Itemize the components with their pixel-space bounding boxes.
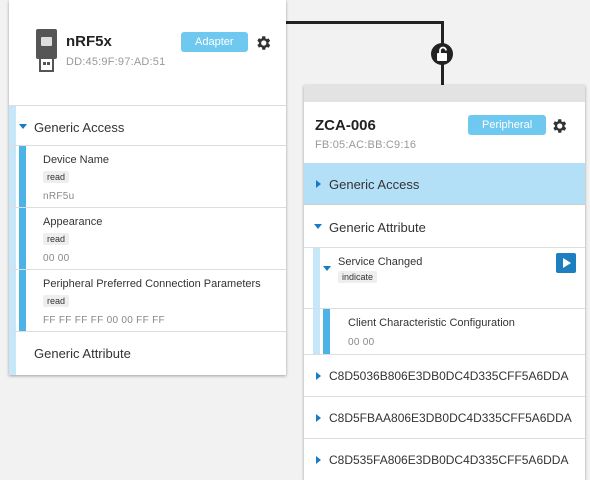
caret-right-icon[interactable]	[316, 414, 321, 422]
adapter-header: nRF5x DD:45:9F:97:AD:51 Adapter	[9, 0, 286, 106]
peripheral-address: FB:05:AC:BB:C9:16	[315, 139, 417, 151]
characteristic-row[interactable]: Peripheral Preferred Connection Paramete…	[9, 270, 286, 332]
peripheral-top-bar	[304, 85, 585, 102]
service-row-generic-attribute[interactable]: Generic Attribute	[304, 205, 585, 248]
property-badge: read	[43, 233, 70, 245]
service-label: C8D535FA806E3DB0DC4D335CFF5A6DDA	[329, 453, 569, 467]
service-row-custom[interactable]: C8D535FA806E3DB0DC4D335CFF5A6DDA	[304, 439, 585, 480]
service-label: Generic Attribute	[329, 220, 426, 235]
play-icon[interactable]	[556, 253, 576, 273]
descriptor-name: Client Characteristic Configuration	[348, 317, 515, 329]
characteristic-name: Service Changed	[338, 256, 423, 268]
caret-right-icon[interactable]	[316, 180, 321, 188]
property-badge: indicate	[338, 271, 378, 283]
service-row-generic-attribute[interactable]: Generic Attribute	[9, 332, 286, 375]
unlock-icon[interactable]	[431, 43, 453, 65]
peripheral-name: ZCA-006	[315, 117, 376, 134]
gear-icon[interactable]	[550, 117, 568, 135]
characteristic-row-service-changed[interactable]: Service Changed indicate	[304, 248, 585, 309]
characteristic-name: Appearance	[43, 216, 103, 228]
peripheral-badge: Peripheral	[468, 115, 547, 135]
characteristic-name: Device Name	[43, 154, 110, 166]
characteristic-row[interactable]: Appearance read 00 00	[9, 208, 286, 270]
characteristic-name: Peripheral Preferred Connection Paramete…	[43, 278, 261, 290]
property-badge: read	[43, 171, 70, 183]
service-row-generic-access[interactable]: Generic Access	[304, 163, 585, 205]
caret-right-icon[interactable]	[316, 456, 321, 464]
adapter-name: nRF5x	[66, 33, 112, 50]
service-label: C8D5036B806E3DB0DC4D335CFF5A6DDA	[329, 369, 569, 383]
characteristic-value[interactable]: FF FF FF FF 00 00 FF FF	[43, 315, 165, 326]
gear-icon[interactable]	[254, 34, 272, 52]
property-badge: read	[43, 295, 70, 307]
service-row-custom[interactable]: C8D5036B806E3DB0DC4D335CFF5A6DDA	[304, 355, 585, 397]
service-label: C8D5FBAA806E3DB0DC4D335CFF5A6DDA	[329, 411, 572, 425]
adapter-address: DD:45:9F:97:AD:51	[66, 56, 166, 68]
descriptor-row[interactable]: Client Characteristic Configuration 00 0…	[304, 309, 585, 355]
service-label: Generic Attribute	[34, 346, 131, 361]
characteristic-value[interactable]: nRF5u	[43, 191, 75, 202]
service-row-generic-access[interactable]: Generic Access	[9, 106, 286, 146]
service-label: Generic Access	[34, 120, 125, 135]
peripheral-card: ZCA-006 FB:05:AC:BB:C9:16 Peripheral Gen…	[304, 85, 585, 480]
adapter-card: nRF5x DD:45:9F:97:AD:51 Adapter Generic …	[9, 0, 286, 375]
caret-down-icon[interactable]	[323, 266, 331, 271]
characteristic-row[interactable]: Device Name read nRF5u	[9, 146, 286, 208]
descriptor-value[interactable]: 00 00	[348, 337, 375, 348]
caret-down-icon[interactable]	[314, 224, 322, 229]
service-row-custom[interactable]: C8D5FBAA806E3DB0DC4D335CFF5A6DDA	[304, 397, 585, 439]
service-label: Generic Access	[329, 177, 420, 192]
caret-right-icon[interactable]	[316, 372, 321, 380]
characteristic-value[interactable]: 00 00	[43, 253, 70, 264]
caret-down-icon[interactable]	[19, 124, 27, 129]
connection-line-horizontal	[286, 21, 444, 24]
usb-dongle-icon	[36, 29, 57, 73]
adapter-badge: Adapter	[181, 32, 248, 52]
